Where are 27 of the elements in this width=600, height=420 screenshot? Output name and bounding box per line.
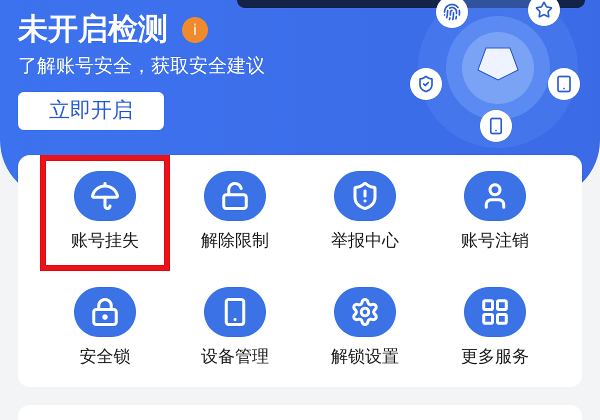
padlock-icon [74,287,136,338]
service-item[interactable]: 设备管理 [170,271,300,387]
person-icon [464,171,526,222]
service-item[interactable]: 举报中心 [300,155,430,271]
service-label: 更多服务 [461,346,529,370]
service-item[interactable]: 账号注销 [430,155,560,271]
phone-icon [204,287,266,338]
enable-button[interactable]: 立即开启 [18,92,164,130]
shield-alert-icon [334,171,396,222]
service-label: 解除限制 [201,230,269,254]
service-label: 举报中心 [331,230,399,254]
service-label: 解锁设置 [331,346,399,370]
service-item[interactable]: 更多服务 [430,271,560,387]
service-label: 安全锁 [80,346,130,370]
unlocked-padlock-icon [204,171,266,222]
service-item[interactable]: 安全锁 [40,271,170,387]
service-item[interactable]: 账号挂失 [40,155,170,271]
header-title: 未开启检测 [18,11,168,49]
service-label: 设备管理 [201,346,269,370]
service-label: 账号注销 [461,230,529,254]
header-subtitle: 了解账号安全，获取安全建议 [18,54,266,79]
service-item[interactable]: 解锁设置 [300,271,430,387]
umbrella-icon [74,171,136,222]
service-item[interactable]: 解除限制 [170,155,300,271]
service-label: 账号挂失 [71,230,139,254]
grid-icon [464,287,526,338]
gear-icon [334,287,396,338]
